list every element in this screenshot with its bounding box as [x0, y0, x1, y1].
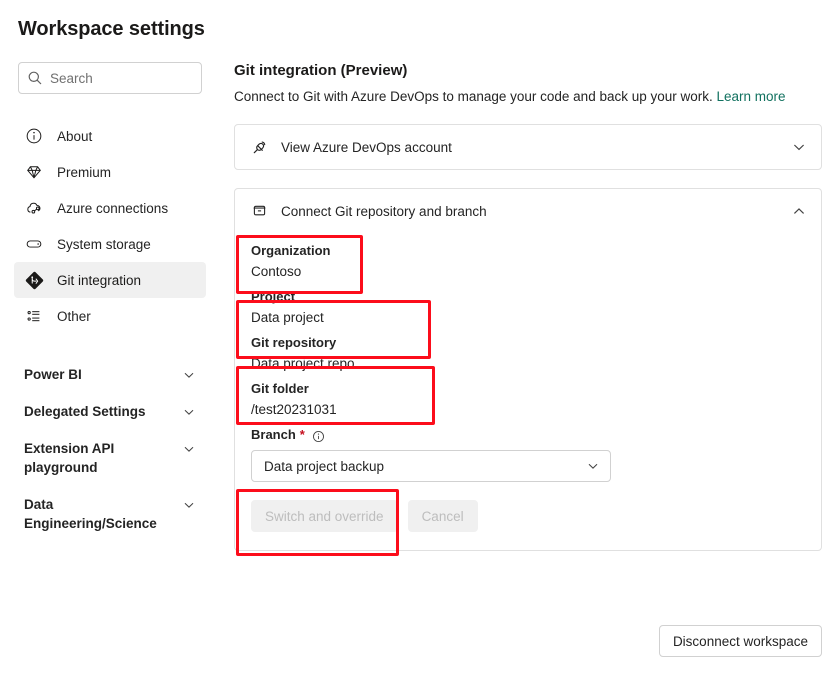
sidebar-section-label: Delegated Settings [24, 402, 146, 421]
info-circle-icon[interactable] [312, 429, 325, 442]
chevron-down-icon [182, 498, 196, 512]
page-title: Workspace settings [18, 18, 205, 41]
field-label: Organization [251, 241, 805, 261]
field-label: Git repository [251, 333, 805, 353]
sidebar-section-power-bi[interactable]: Power BI [14, 356, 206, 393]
sidebar-item-system-storage[interactable]: System storage [14, 226, 206, 262]
sidebar-item-about[interactable]: About [14, 118, 206, 154]
sidebar-section-label: Extension API playground [24, 439, 164, 477]
disconnect-workspace-button[interactable]: Disconnect workspace [659, 625, 822, 657]
sidebar-sections: Power BI Delegated Settings Extension AP… [0, 356, 220, 542]
field-label: Git folder [251, 379, 805, 399]
sidebar-nav: About Premium [0, 118, 220, 334]
sidebar-item-label: Git integration [57, 273, 141, 288]
sidebar-section-extension-api-playground[interactable]: Extension API playground [14, 430, 206, 486]
search-input[interactable]: Search [18, 62, 202, 94]
diamond-icon [24, 162, 44, 182]
branch-label-text: Branch [251, 425, 296, 445]
footer-actions: Disconnect workspace [234, 625, 822, 657]
connect-git-repository-label: Connect Git repository and branch [281, 204, 791, 219]
card-action-buttons: Switch and override Cancel [251, 500, 805, 532]
chevron-down-icon[interactable] [791, 139, 807, 155]
search-icon [27, 70, 43, 86]
section-description-text: Connect to Git with Azure DevOps to mana… [234, 89, 713, 104]
branch-box-icon [251, 202, 269, 220]
list-icon [24, 306, 44, 326]
git-diamond-icon [24, 270, 44, 290]
field-value: /test20231031 [251, 399, 805, 421]
section-title: Git integration (Preview) [234, 62, 822, 79]
view-azure-devops-account-card: View Azure DevOps account [234, 124, 822, 170]
chevron-down-icon [182, 442, 196, 456]
field-branch: Branch * Data project backup [251, 421, 805, 482]
connect-git-repository-body: Organization Contoso Project Data projec… [235, 233, 821, 550]
view-azure-devops-account-label: View Azure DevOps account [281, 140, 791, 155]
field-git-repository: Git repository Data project repo [251, 329, 805, 375]
learn-more-link[interactable]: Learn more [717, 89, 786, 104]
field-value: Contoso [251, 261, 805, 283]
field-value: Data project [251, 307, 805, 329]
workspace-settings-page: Workspace settings Search About [0, 0, 839, 673]
sidebar-item-label: Azure connections [57, 201, 168, 216]
settings-sidebar: Search About Premium [0, 62, 220, 542]
sidebar-section-label: Power BI [24, 365, 82, 384]
view-azure-devops-account-header[interactable]: View Azure DevOps account [235, 125, 821, 169]
field-git-folder: Git folder /test20231031 [251, 375, 805, 421]
cancel-button[interactable]: Cancel [408, 500, 478, 532]
plug-icon [251, 138, 269, 156]
connect-git-repository-header[interactable]: Connect Git repository and branch [235, 189, 821, 233]
sidebar-section-label: Data Engineering/Science [24, 495, 164, 533]
field-label-branch: Branch * [251, 425, 805, 445]
info-circle-icon [24, 126, 44, 146]
field-value: Data project repo [251, 353, 805, 375]
connect-git-repository-card: Connect Git repository and branch Organi… [234, 188, 822, 551]
section-description: Connect to Git with Azure DevOps to mana… [234, 88, 822, 106]
sidebar-item-label: About [57, 129, 92, 144]
sidebar-item-label: System storage [57, 237, 151, 252]
chevron-down-icon [586, 459, 600, 473]
sidebar-section-data-engineering-science[interactable]: Data Engineering/Science [14, 486, 206, 542]
field-project: Project Data project [251, 283, 805, 329]
sidebar-item-label: Premium [57, 165, 111, 180]
main-content: Git integration (Preview) Connect to Git… [234, 62, 822, 551]
branch-dropdown[interactable]: Data project backup [251, 450, 611, 482]
sidebar-item-premium[interactable]: Premium [14, 154, 206, 190]
chevron-down-icon [182, 405, 196, 419]
search-placeholder: Search [50, 71, 93, 86]
chevron-up-icon[interactable] [791, 203, 807, 219]
cloud-link-icon [24, 198, 44, 218]
sidebar-item-other[interactable]: Other [14, 298, 206, 334]
chevron-down-icon [182, 368, 196, 382]
field-label: Project [251, 287, 805, 307]
sidebar-item-git-integration[interactable]: Git integration [14, 262, 206, 298]
branch-dropdown-value: Data project backup [264, 459, 586, 474]
storage-icon [24, 234, 44, 254]
field-organization: Organization Contoso [251, 237, 805, 283]
sidebar-item-azure-connections[interactable]: Azure connections [14, 190, 206, 226]
sidebar-section-delegated-settings[interactable]: Delegated Settings [14, 393, 206, 430]
switch-and-override-button[interactable]: Switch and override [251, 500, 398, 532]
required-marker: * [300, 425, 305, 445]
sidebar-item-label: Other [57, 309, 91, 324]
